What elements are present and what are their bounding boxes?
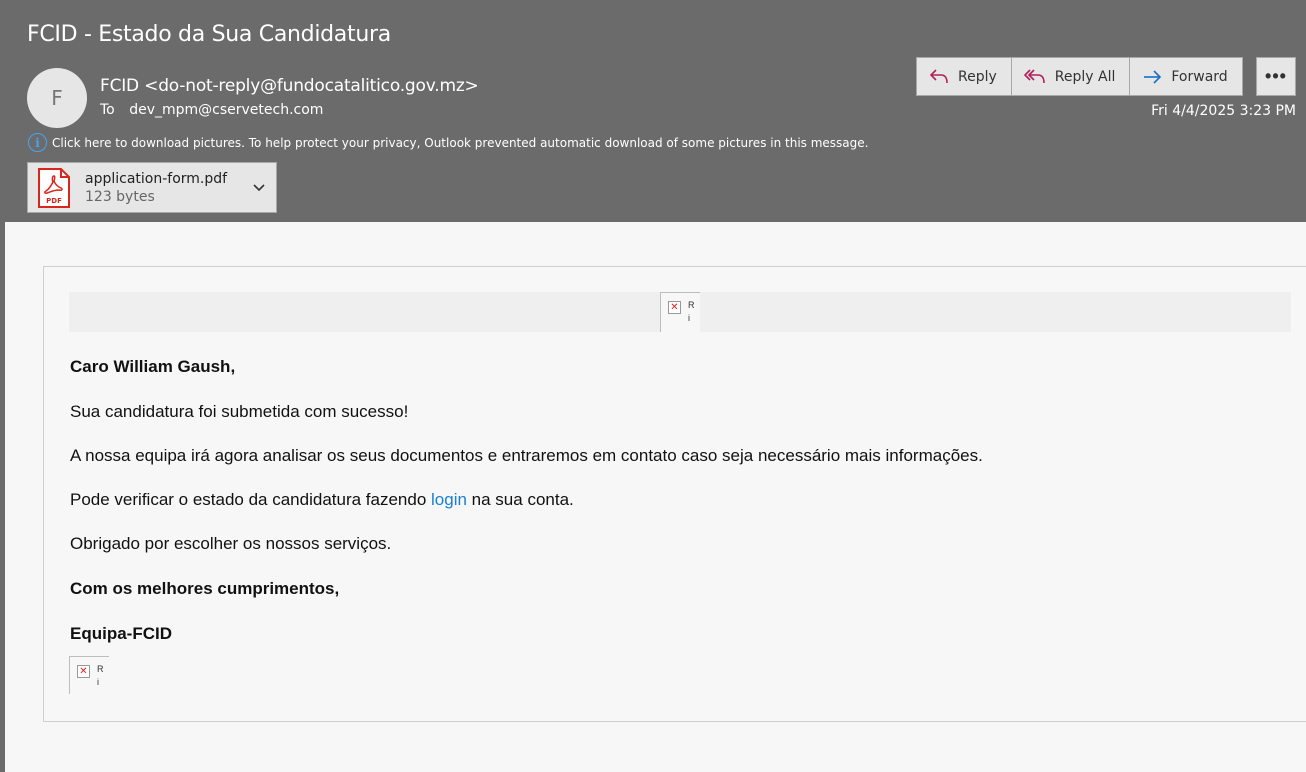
signature: Equipa-FCID [70,624,172,643]
body-line-3: Pode verificar o estado da candidatura f… [70,490,574,509]
recipient-address[interactable]: dev_mpm@cservetech.com [129,102,323,118]
sender-name[interactable]: FCID <do-not-reply@fundocatalitico.gov.m… [100,76,479,96]
body-line-2: A nossa equipa irá agora analisar os seu… [70,446,983,465]
attachment-name: application-form.pdf [85,170,228,187]
body-line-1: Sua candidatura foi submetida com sucess… [70,402,409,421]
more-actions-button[interactable]: ••• [1256,57,1296,96]
reply-label: Reply [958,68,997,85]
forward-icon [1144,69,1162,84]
attachment-info: application-form.pdf 123 bytes [85,171,227,205]
to-label: To [100,102,115,118]
broken-image-icon: ✕ [668,301,681,314]
forward-label: Forward [1171,68,1228,85]
body-line-4: Obrigado por escolher os nossos serviços… [70,534,392,553]
pdf-icon-label: PDF [46,197,62,205]
pdf-file-icon: PDF [38,167,70,208]
signature-image-placeholder[interactable]: ✕ Ri [69,656,109,694]
recipient-line: To dev_mpm@cservetech.com [100,102,323,118]
message-actions: Reply Reply All Forward [916,57,1243,96]
closing: Com os melhores cumprimentos, [70,579,340,598]
broken-image-alt: Ri [688,300,695,323]
reply-all-icon [1023,68,1045,83]
attachment-card[interactable]: PDF application-form.pdf 123 bytes [27,162,277,213]
email-content-frame: ✕ Ri Caro William Gaush, Sua candidatura… [43,266,1306,722]
broken-image-placeholder[interactable]: ✕ Ri [660,292,700,332]
greeting: Caro William Gaush, [70,357,236,376]
header-image-banner: ✕ Ri [69,292,1291,332]
attachment-size: 123 bytes [85,188,155,205]
reply-icon [929,68,948,83]
chevron-down-icon[interactable] [252,181,266,195]
broken-image-alt: Ri [97,664,104,687]
info-icon: i [28,133,47,152]
forward-button[interactable]: Forward [1130,57,1243,96]
privacy-notice-text[interactable]: Click here to download pictures. To help… [52,136,868,150]
email-subject: FCID - Estado da Sua Candidatura [27,22,391,47]
sender-avatar[interactable]: F [27,68,87,128]
reply-all-button[interactable]: Reply All [1011,57,1131,96]
broken-image-icon: ✕ [77,665,90,678]
login-link[interactable]: login [431,490,467,509]
reply-all-label: Reply All [1054,68,1116,85]
message-body: ✕ Ri Caro William Gaush, Sua candidatura… [5,222,1306,772]
sent-date: Fri 4/4/2025 3:23 PM [1151,103,1296,119]
privacy-notice[interactable]: i Click here to download pictures. To he… [28,133,868,152]
reply-button[interactable]: Reply [916,57,1012,96]
